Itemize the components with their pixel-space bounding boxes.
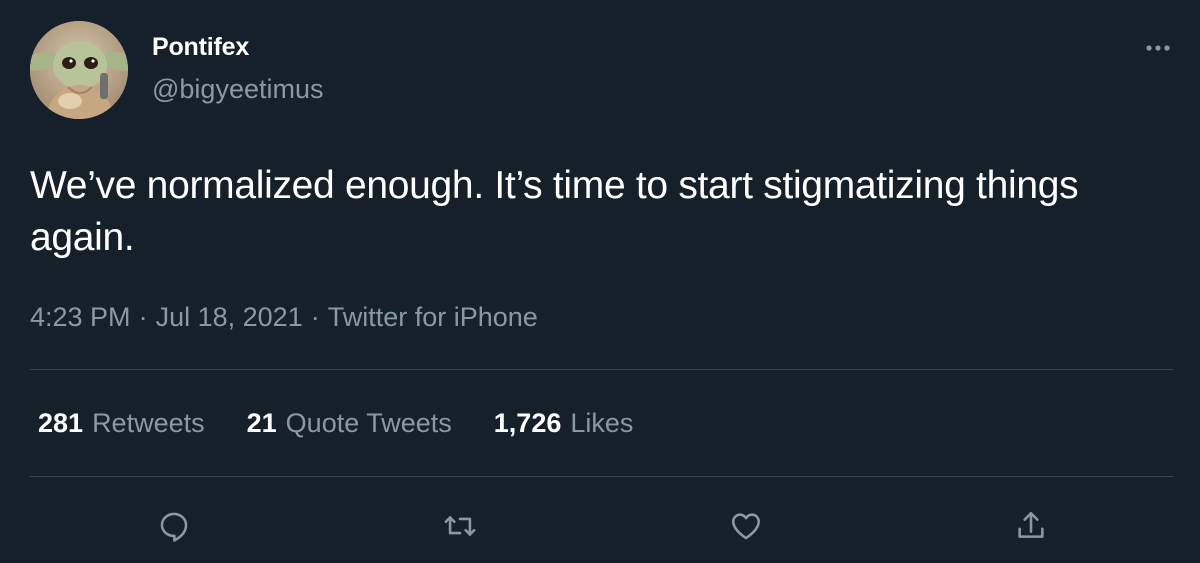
likes-stat[interactable]: 1,726 Likes <box>494 408 634 439</box>
retweets-label: Retweets <box>92 408 205 438</box>
meta-separator: · <box>138 302 148 332</box>
like-icon <box>731 513 761 540</box>
tweet-date[interactable]: Jul 18, 2021 <box>156 302 303 332</box>
quote-tweets-count: 21 <box>246 408 277 438</box>
user-handle[interactable]: @bigyeetimus <box>152 74 323 105</box>
tweet-meta: 4:23 PM · Jul 18, 2021 · Twitter for iPhone <box>30 302 538 333</box>
more-icon <box>1146 45 1170 51</box>
tweet-card: Pontifex @bigyeetimus We’ve normalized e… <box>0 0 1200 563</box>
avatar[interactable] <box>30 21 128 119</box>
meta-separator: · <box>310 302 320 332</box>
divider <box>30 369 1174 370</box>
tweet-stats: 281 Retweets 21 Quote Tweets 1,726 Likes <box>38 408 675 439</box>
retweet-button[interactable] <box>439 505 481 547</box>
tweet-text: We’ve normalized enough. It’s time to st… <box>30 164 1079 259</box>
reply-icon <box>160 512 188 542</box>
share-icon <box>1018 511 1044 538</box>
likes-count: 1,726 <box>493 408 562 438</box>
retweet-icon <box>444 516 476 536</box>
retweets-stat[interactable]: 281 Retweets <box>38 408 205 439</box>
divider <box>30 476 1174 477</box>
retweets-count: 281 <box>38 408 84 438</box>
quote-tweets-stat[interactable]: 21 Quote Tweets <box>247 408 452 439</box>
likes-label: Likes <box>570 408 634 438</box>
baby-yoda-avatar-icon <box>30 21 128 119</box>
like-button[interactable] <box>725 505 767 547</box>
tweet-time[interactable]: 4:23 PM <box>30 302 131 332</box>
quote-tweets-label: Quote Tweets <box>285 408 452 438</box>
tweet-source[interactable]: Twitter for iPhone <box>328 302 538 332</box>
display-name[interactable]: Pontifex <box>152 33 249 62</box>
reply-button[interactable] <box>153 505 195 547</box>
more-options-button[interactable] <box>1140 36 1176 60</box>
share-button[interactable] <box>1010 505 1052 547</box>
